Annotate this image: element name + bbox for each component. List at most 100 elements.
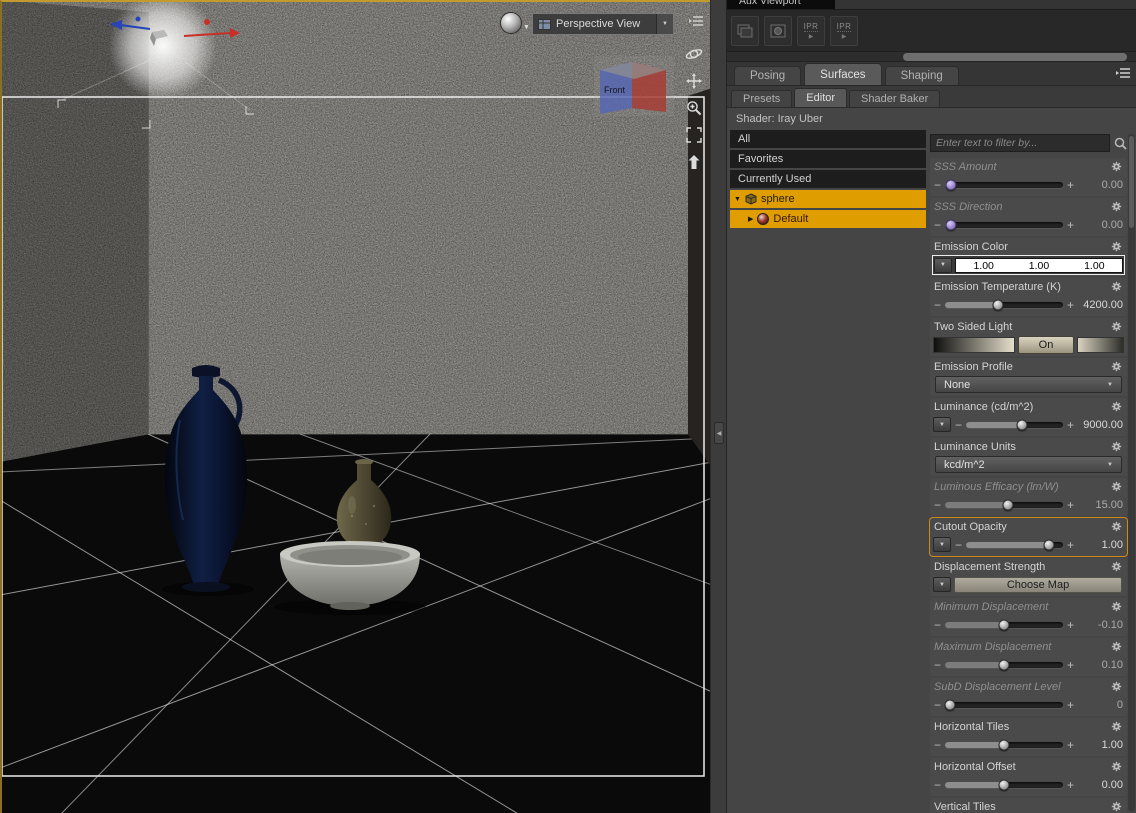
view-selector-dropdown[interactable]: Perspective View [532, 13, 674, 35]
orbit-tool-icon[interactable] [682, 40, 706, 67]
slider-handle[interactable] [992, 299, 1004, 310]
increment-button[interactable] [1066, 419, 1075, 431]
aux-ipr-button[interactable]: IPR [830, 15, 858, 46]
pane-options-icon[interactable] [1116, 67, 1131, 82]
viewport-3d[interactable]: Front Perspective View [0, 0, 710, 813]
vertical-scrollbar[interactable] [1128, 134, 1135, 811]
increment-button[interactable] [1066, 179, 1075, 191]
increment-button[interactable] [1066, 219, 1075, 231]
aux-render-icon[interactable] [764, 15, 792, 46]
increment-button[interactable] [1066, 699, 1075, 711]
slider-handle[interactable] [1043, 539, 1055, 550]
gear-icon[interactable] [1111, 601, 1123, 613]
aux-ipr-button[interactable]: IPR [797, 15, 825, 46]
slider-track[interactable] [944, 699, 1063, 710]
slider-handle[interactable] [944, 699, 956, 710]
slider-track[interactable] [945, 299, 1063, 310]
tab-surfaces[interactable]: Surfaces [804, 63, 882, 85]
slider-track[interactable] [945, 739, 1063, 750]
subtab-shader-baker[interactable]: Shader Baker [849, 90, 941, 107]
decrement-button[interactable] [933, 659, 942, 671]
map-menu-button[interactable] [933, 417, 951, 432]
increment-button[interactable] [1066, 739, 1075, 751]
decrement-button[interactable] [933, 499, 942, 511]
gear-icon[interactable] [1111, 481, 1123, 493]
increment-button[interactable] [1066, 659, 1075, 671]
slider-track[interactable] [945, 219, 1063, 230]
search-icon[interactable] [1114, 137, 1127, 150]
horizontal-scrollbar[interactable] [727, 52, 1136, 62]
gear-icon[interactable] [1111, 721, 1123, 733]
toggle-on-button[interactable]: On [1018, 335, 1074, 354]
gear-icon[interactable] [1111, 161, 1123, 173]
increment-button[interactable] [1066, 299, 1075, 311]
list-item-currently-used[interactable]: Currently Used [730, 170, 926, 188]
color-swatch[interactable]: 1.00 1.00 1.00 [955, 257, 1123, 273]
increment-button[interactable] [1066, 779, 1075, 791]
chevron-down-icon[interactable] [523, 24, 530, 31]
decrement-button[interactable] [933, 779, 942, 791]
tree-item-default[interactable]: Default [730, 210, 926, 228]
view-rotation-ball-icon[interactable] [500, 12, 522, 34]
decrement-button[interactable] [933, 299, 942, 311]
slider-track[interactable] [945, 779, 1063, 790]
slider-handle[interactable] [998, 779, 1010, 790]
hscroll-handle[interactable] [903, 53, 1127, 61]
decrement-button[interactable] [933, 699, 942, 711]
subtab-presets[interactable]: Presets [731, 90, 793, 107]
slider-handle[interactable] [998, 659, 1010, 670]
slider-track[interactable] [945, 179, 1063, 190]
gear-icon[interactable] [1111, 561, 1123, 573]
increment-button[interactable] [1066, 499, 1075, 511]
slider-handle[interactable] [1016, 419, 1028, 430]
pane-options-icon[interactable] [689, 15, 704, 30]
list-item-favorites[interactable]: Favorites [730, 150, 926, 168]
list-item-all[interactable]: All [730, 130, 926, 148]
chevron-down-icon[interactable] [656, 14, 673, 34]
gear-icon[interactable] [1111, 241, 1123, 253]
slider-track[interactable] [966, 419, 1063, 430]
gear-icon[interactable] [1111, 201, 1123, 213]
tab-aux-viewport[interactable]: Aux Viewport [727, 0, 835, 9]
slider-track[interactable] [945, 499, 1063, 510]
gear-icon[interactable] [1111, 761, 1123, 773]
choose-map-button[interactable]: Choose Map [954, 576, 1122, 593]
decrement-button[interactable] [933, 219, 942, 231]
slider-track[interactable] [945, 619, 1063, 630]
tab-posing[interactable]: Posing [734, 66, 802, 85]
increment-button[interactable] [1066, 619, 1075, 631]
map-menu-button[interactable] [934, 257, 952, 273]
decrement-button[interactable] [933, 619, 942, 631]
slider-handle[interactable] [945, 219, 957, 230]
frame-tool-icon[interactable] [682, 121, 706, 148]
slider-track[interactable] [945, 659, 1063, 670]
aim-up-tool-icon[interactable] [682, 148, 706, 175]
chevron-right-icon[interactable] [748, 215, 753, 223]
slider-handle[interactable] [998, 739, 1010, 750]
slider-track[interactable] [966, 539, 1063, 550]
map-menu-button[interactable] [933, 537, 951, 552]
param-dropdown[interactable]: kcd/m^2 [935, 456, 1122, 473]
param-dropdown[interactable]: None [935, 376, 1122, 393]
slider-handle[interactable] [998, 619, 1010, 630]
gear-icon[interactable] [1111, 681, 1123, 693]
pan-tool-icon[interactable] [682, 67, 706, 94]
panel-splitter[interactable] [710, 0, 727, 813]
gear-icon[interactable] [1111, 281, 1123, 293]
decrement-button[interactable] [954, 419, 963, 431]
map-menu-button[interactable] [933, 577, 951, 592]
gear-icon[interactable] [1111, 801, 1123, 813]
gear-icon[interactable] [1111, 321, 1123, 333]
gear-icon[interactable] [1111, 521, 1123, 533]
tree-item-sphere[interactable]: sphere [730, 190, 926, 208]
gear-icon[interactable] [1111, 401, 1123, 413]
slider-handle[interactable] [1002, 499, 1014, 510]
slider-handle[interactable] [945, 179, 957, 190]
increment-button[interactable] [1066, 539, 1075, 551]
gear-icon[interactable] [1111, 641, 1123, 653]
zoom-tool-icon[interactable] [682, 94, 706, 121]
chevron-down-icon[interactable] [734, 196, 741, 203]
tab-shaping[interactable]: Shaping [884, 66, 959, 85]
decrement-button[interactable] [933, 179, 942, 191]
vscroll-handle[interactable] [1129, 136, 1134, 228]
